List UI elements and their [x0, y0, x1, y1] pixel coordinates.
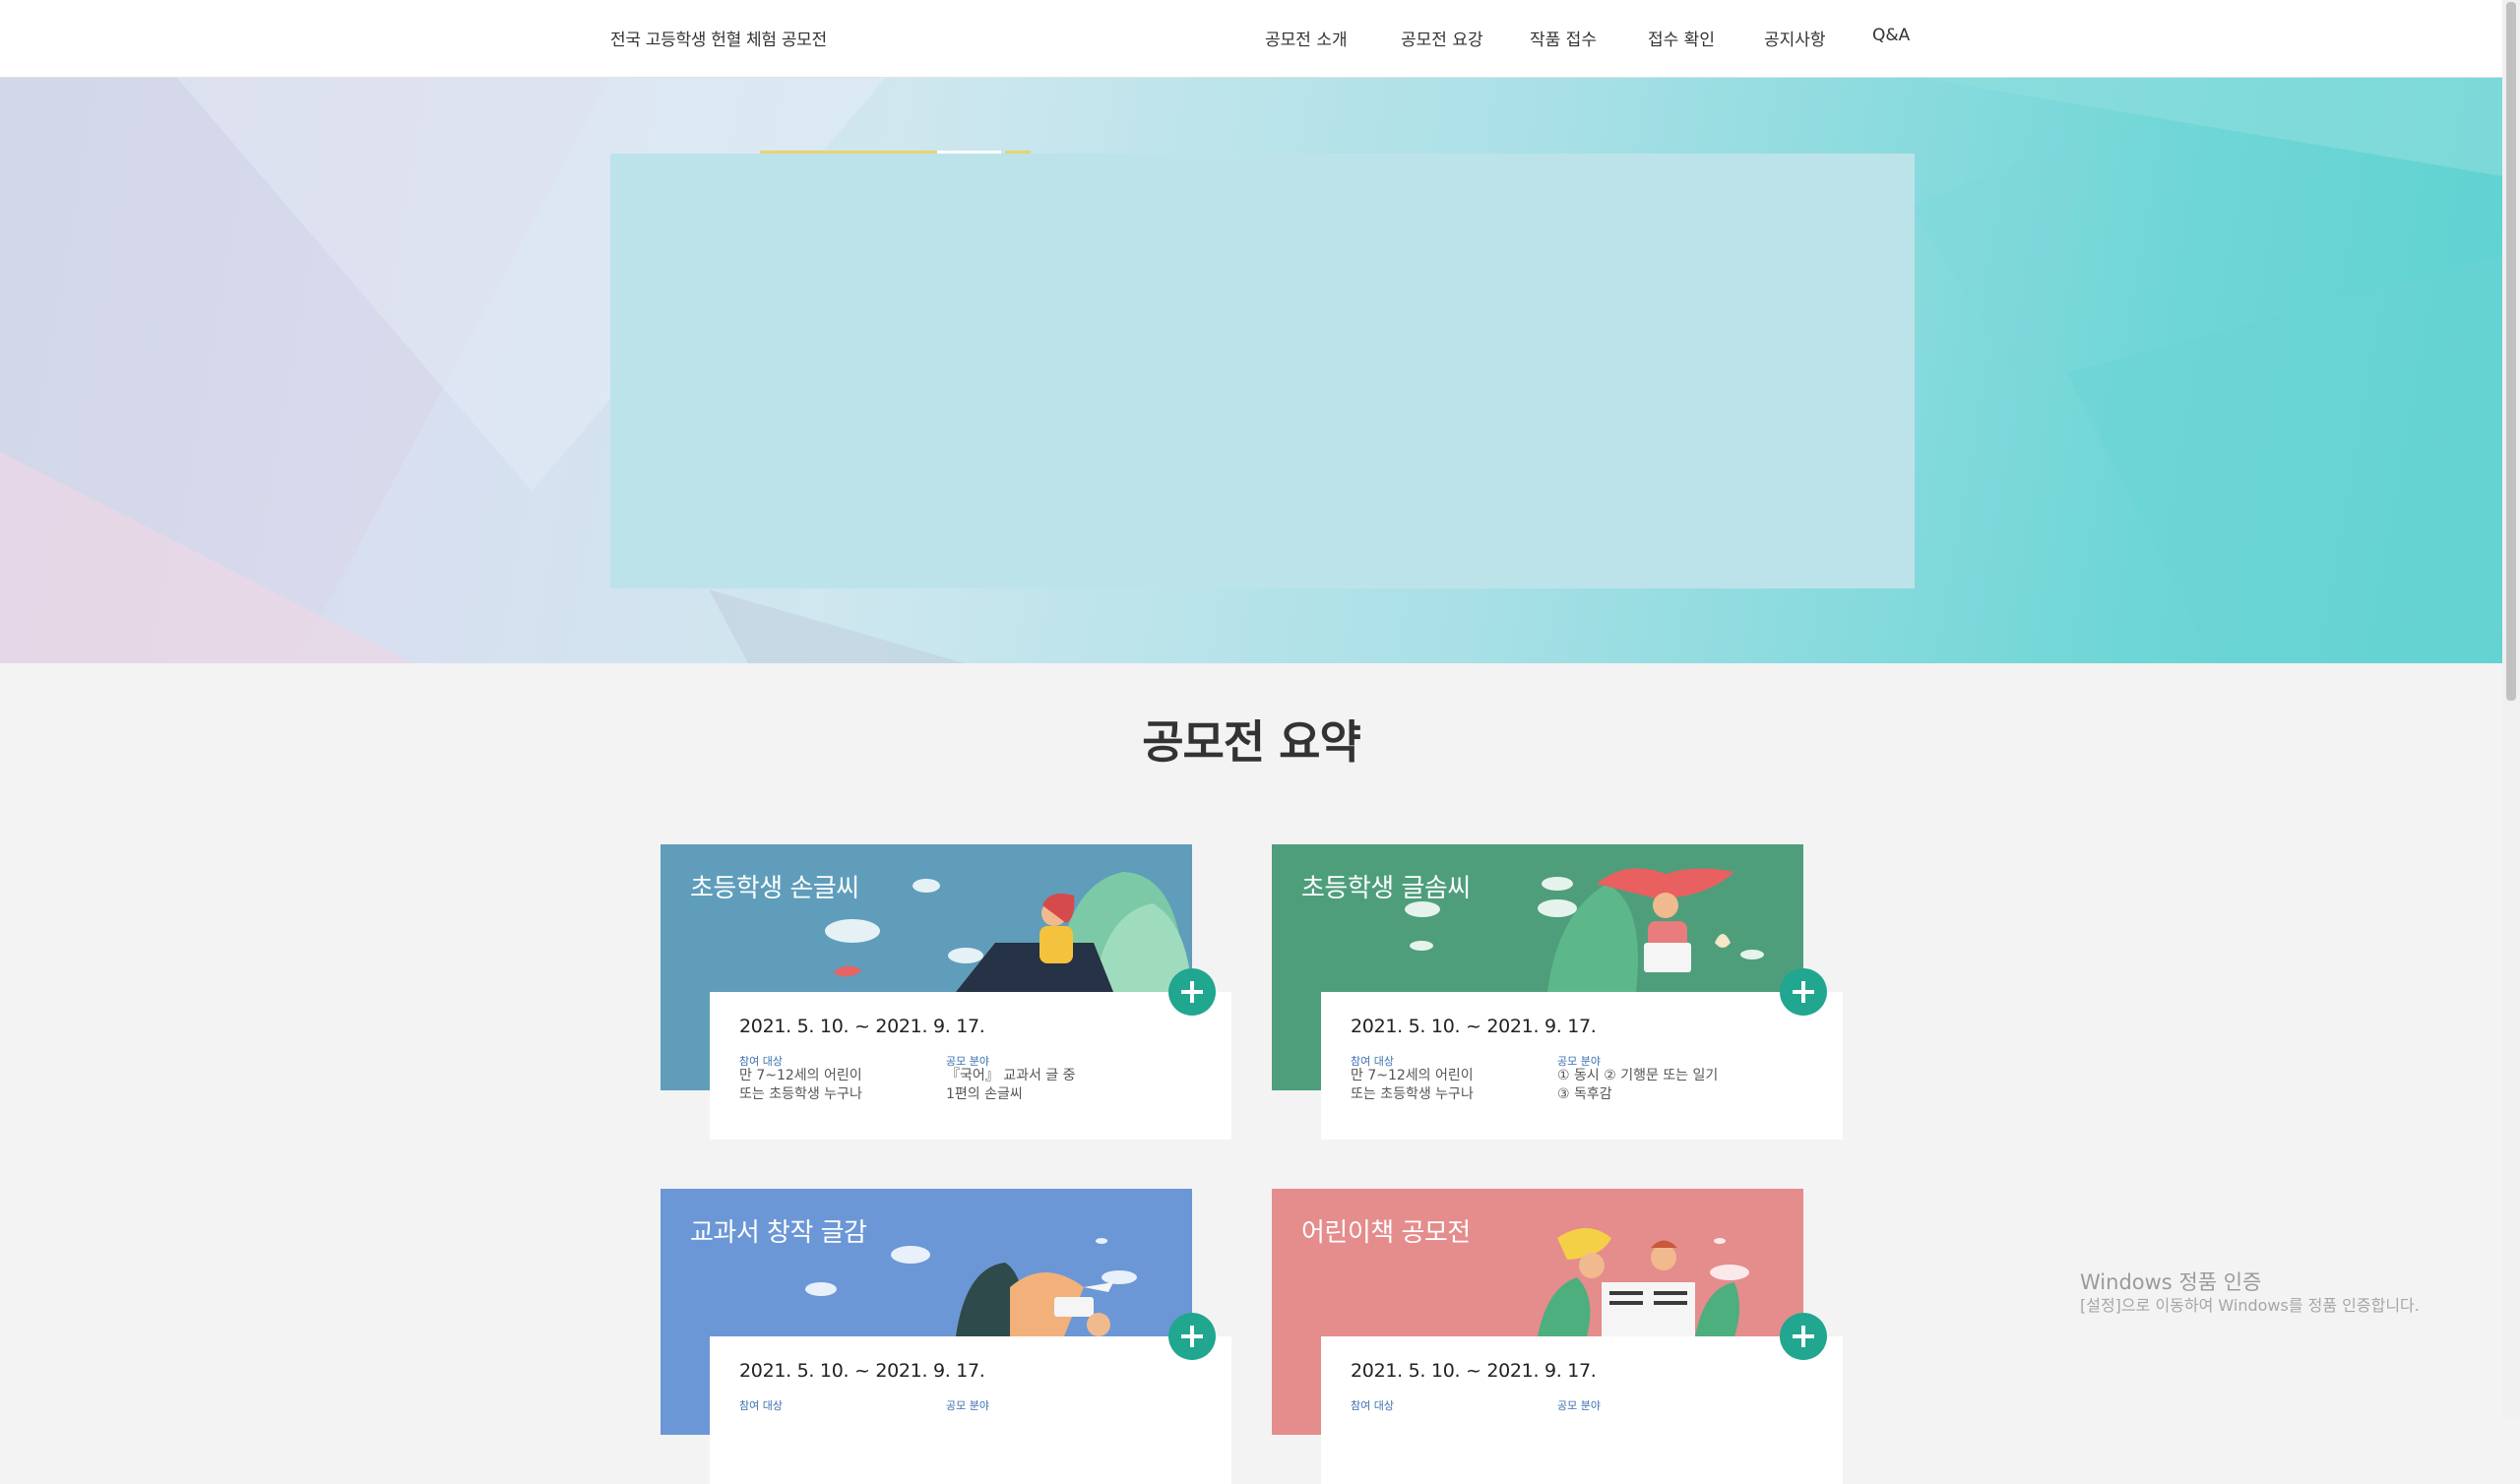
target-text: 만 7~12세의 어린이 또는 초등학생 누구나 [1351, 1068, 1474, 1102]
card-more-button[interactable] [1168, 1313, 1216, 1360]
card-info-panel: 2021. 5. 10. ~ 2021. 9. 17. 참여 대상 만 7~12… [1321, 992, 1843, 1140]
nav-item-qna[interactable]: Q&A [1872, 26, 1910, 45]
contest-card-handwriting[interactable]: 초등학생 손글씨 2021. 5. 10. ~ 2021. 9. 17. 참여 … [661, 844, 1231, 1140]
hero-content-box [610, 154, 1915, 588]
contest-card-writing[interactable]: 초등학생 글솜씨 2021. 5. 10. ~ 2021. 9. 17. 참여 … [1272, 844, 1843, 1140]
field-label: 공모 분야 [1557, 1399, 1601, 1412]
card-info-panel: 2021. 5. 10. ~ 2021. 9. 17. 참여 대상 만 7~12… [710, 992, 1231, 1140]
card-title: 초등학생 글솜씨 [1301, 874, 1471, 903]
page-scrollbar[interactable] [2502, 0, 2520, 1417]
plus-icon [1793, 981, 1814, 1003]
card-title: 초등학생 손글씨 [690, 874, 859, 903]
windows-activation-subtitle: [설정]으로 이동하여 Windows를 정품 인증합니다. [2080, 1296, 2420, 1315]
card-info-panel: 2021. 5. 10. ~ 2021. 9. 17. 참여 대상 공모 분야 [710, 1336, 1231, 1484]
card-more-button[interactable] [1780, 1313, 1827, 1360]
field-label: 공모 분야 [946, 1399, 989, 1412]
target-label: 참여 대상 [1351, 1399, 1394, 1412]
nav-item-guidelines[interactable]: 공모전 요강 [1401, 26, 1483, 50]
contest-card-textbook[interactable]: 교과서 창작 글감 2021. 5. 10. ~ 2021. 9. 17. 참여… [661, 1189, 1231, 1484]
target-label: 참여 대상 [739, 1399, 783, 1412]
card-period: 2021. 5. 10. ~ 2021. 9. 17. [1351, 1360, 1597, 1382]
site-title-link[interactable]: 전국 고등학생 헌혈 체험 공모전 [610, 26, 827, 50]
plus-icon [1181, 1326, 1203, 1347]
card-more-button[interactable] [1168, 968, 1216, 1016]
scrollbar-thumb[interactable] [2506, 2, 2516, 701]
hero-banner [0, 78, 2502, 663]
summary-title: 공모전 요약 [1142, 715, 1361, 769]
nav-item-notice[interactable]: 공지사항 [1764, 26, 1826, 50]
card-period: 2021. 5. 10. ~ 2021. 9. 17. [1351, 1016, 1597, 1037]
card-title: 교과서 창작 글감 [690, 1218, 867, 1248]
card-title: 어린이책 공모전 [1301, 1218, 1471, 1248]
nav-item-submit[interactable]: 작품 접수 [1530, 26, 1597, 50]
plus-icon [1181, 981, 1203, 1003]
field-text: 『국어』 교과서 글 중 1편의 손글씨 [946, 1068, 1076, 1102]
target-text: 만 7~12세의 어린이 또는 초등학생 누구나 [739, 1068, 862, 1102]
card-period: 2021. 5. 10. ~ 2021. 9. 17. [739, 1016, 985, 1037]
card-period: 2021. 5. 10. ~ 2021. 9. 17. [739, 1360, 985, 1382]
nav-item-intro[interactable]: 공모전 소개 [1265, 26, 1348, 50]
top-header: 전국 고등학생 헌혈 체험 공모전 공모전 소개 공모전 요강 작품 접수 접수… [0, 0, 2502, 78]
contest-card-childrens-book[interactable]: 어린이책 공모전 2021. 5. 10. ~ 2021. 9. 17. 참여 … [1272, 1189, 1843, 1484]
field-text: ① 동시 ② 기행문 또는 일기 ③ 독후감 [1557, 1068, 1719, 1102]
card-more-button[interactable] [1780, 968, 1827, 1016]
plus-icon [1793, 1326, 1814, 1347]
card-info-panel: 2021. 5. 10. ~ 2021. 9. 17. 참여 대상 공모 분야 [1321, 1336, 1843, 1484]
nav-item-check[interactable]: 접수 확인 [1648, 26, 1715, 50]
